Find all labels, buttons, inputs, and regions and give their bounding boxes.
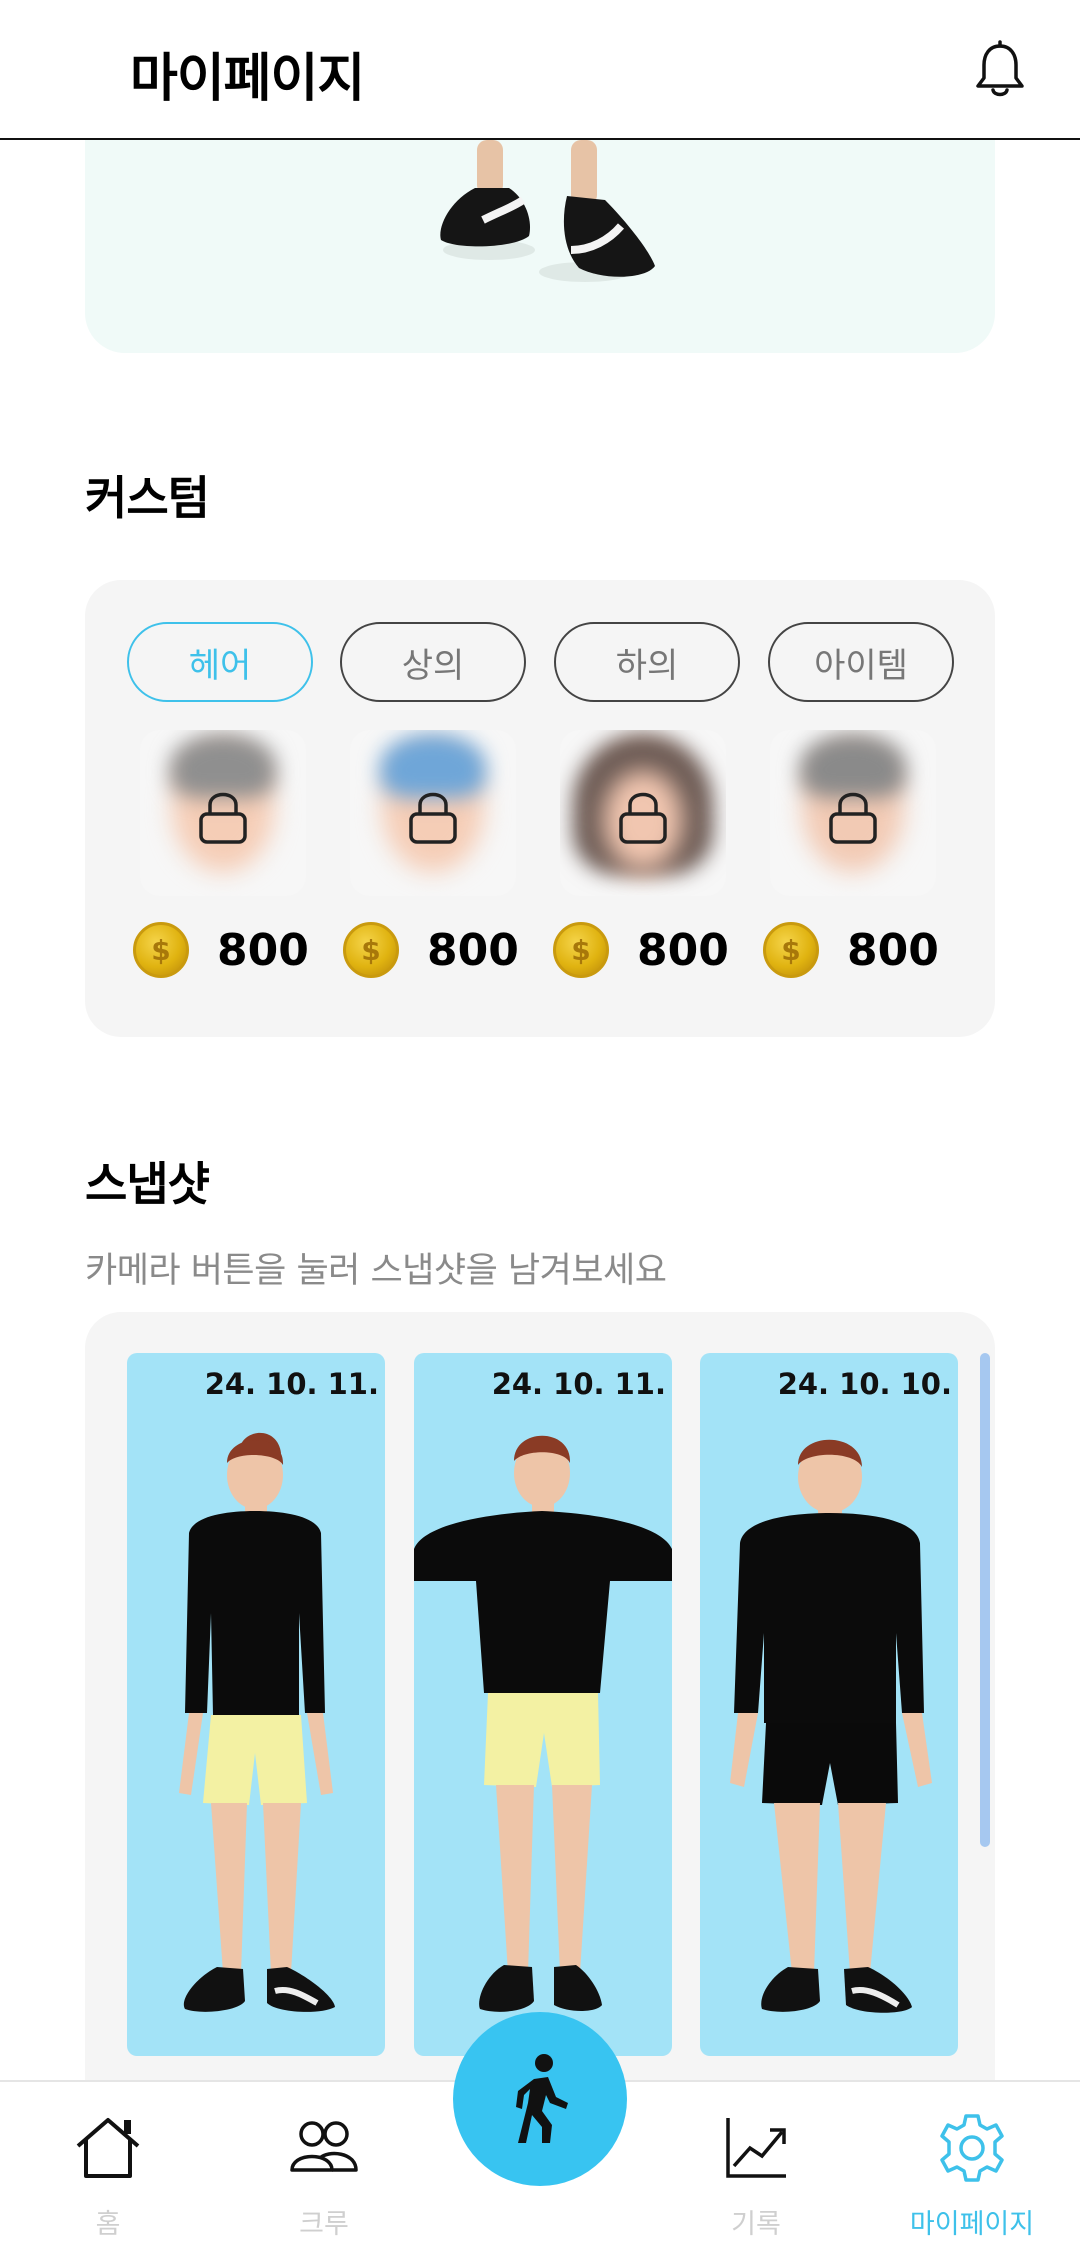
price-value: 800 bbox=[217, 924, 309, 976]
gear-icon bbox=[940, 2114, 1004, 2182]
walking-person-icon bbox=[516, 2054, 568, 2143]
coin-icon: $ bbox=[553, 922, 609, 978]
hair-item-2[interactable] bbox=[350, 730, 516, 896]
item-price: $ 800 bbox=[343, 920, 519, 980]
tab-hair[interactable]: 헤어 bbox=[127, 622, 313, 702]
snapshot-item[interactable]: 24. 10. 11. bbox=[414, 1353, 672, 2056]
custom-section-title: 커스텀 bbox=[85, 471, 210, 525]
walk-fab-button[interactable] bbox=[453, 2012, 627, 2186]
snapshot-scrollbar[interactable] bbox=[980, 1353, 990, 1847]
nav-records[interactable]: 기록 bbox=[666, 2082, 846, 2250]
lock-icon bbox=[619, 792, 667, 844]
lock-icon bbox=[829, 792, 877, 844]
crew-icon bbox=[290, 2121, 358, 2172]
coin-icon: $ bbox=[133, 922, 189, 978]
nav-home[interactable]: 홈 bbox=[18, 2082, 198, 2250]
nav-label: 크루 bbox=[299, 2209, 349, 2240]
nav-crew[interactable]: 크루 bbox=[234, 2082, 414, 2250]
snapshot-date: 24. 10. 11. bbox=[491, 1367, 666, 1401]
lock-icon bbox=[409, 792, 457, 844]
hair-item-4[interactable] bbox=[770, 730, 936, 896]
hair-item-1[interactable] bbox=[140, 730, 306, 896]
item-price: $ 800 bbox=[553, 920, 729, 980]
snapshot-date: 24. 10. 10. bbox=[777, 1367, 952, 1401]
app-header: 마이페이지 bbox=[0, 0, 1080, 140]
tab-top[interactable]: 상의 bbox=[340, 622, 526, 702]
nav-label: 기록 bbox=[731, 2209, 781, 2240]
lock-icon bbox=[199, 792, 247, 844]
snapshot-item[interactable]: 24. 10. 11. bbox=[127, 1353, 385, 2056]
tab-item[interactable]: 아이템 bbox=[768, 622, 954, 702]
price-value: 800 bbox=[427, 924, 519, 976]
item-price: $ 800 bbox=[763, 920, 939, 980]
avatar-figure bbox=[730, 1439, 932, 2013]
nav-label: 마이페이지 bbox=[909, 2209, 1035, 2240]
price-value: 800 bbox=[847, 924, 939, 976]
avatar-figure bbox=[179, 1432, 335, 2012]
hair-item-3[interactable] bbox=[560, 730, 726, 896]
home-icon bbox=[76, 2118, 140, 2178]
custom-card: 헤어 상의 하의 아이템 $ 800 $ 800 $ 800 $ 800 bbox=[85, 580, 995, 1037]
page-title: 마이페이지 bbox=[130, 49, 365, 109]
snapshot-date: 24. 10. 11. bbox=[204, 1367, 379, 1401]
chart-icon bbox=[726, 2118, 786, 2178]
snapshot-section-title: 스냅샷 bbox=[85, 1157, 210, 1211]
price-value: 800 bbox=[637, 924, 729, 976]
snapshot-subtitle: 카메라 버튼을 눌러 스냅샷을 남겨보세요 bbox=[85, 1251, 667, 1291]
snapshot-item[interactable]: 24. 10. 10. bbox=[700, 1353, 958, 2056]
avatar-figure bbox=[414, 1435, 672, 2012]
coin-icon: $ bbox=[763, 922, 819, 978]
nav-label: 홈 bbox=[95, 2209, 121, 2240]
tab-bottom[interactable]: 하의 bbox=[554, 622, 740, 702]
nav-mypage[interactable]: 마이페이지 bbox=[882, 2082, 1062, 2250]
bell-icon[interactable] bbox=[972, 40, 1028, 100]
coin-icon: $ bbox=[343, 922, 399, 978]
item-price: $ 800 bbox=[133, 920, 309, 980]
